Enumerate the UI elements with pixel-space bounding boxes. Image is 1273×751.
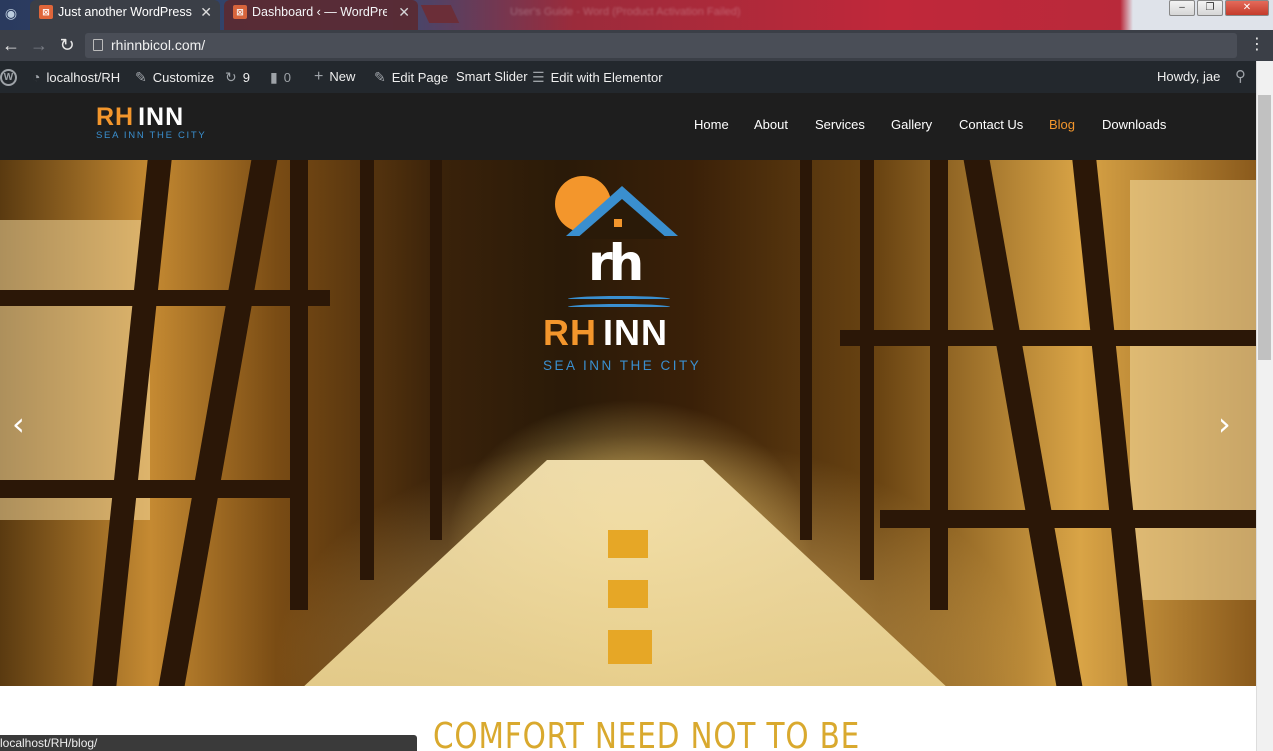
comment-icon: ▮ — [270, 69, 278, 85]
updates-icon: ↻ — [225, 69, 237, 85]
slider-prev-arrow-icon[interactable]: ‹ — [12, 408, 25, 440]
bunk-post — [290, 160, 308, 610]
restore-button[interactable]: ❐ — [1197, 0, 1223, 16]
bunk-rail — [0, 480, 300, 498]
xampp-favicon-icon: ⊠ — [233, 5, 247, 19]
bunk-rail — [840, 330, 1256, 346]
browser-toolbar: ← → ↻ rhinnbicol.com/ ⋮ — [0, 30, 1273, 61]
xampp-favicon-icon: ⊠ — [39, 5, 53, 19]
site-header: RH INN SEA INN THE CITY Home About Servic… — [0, 93, 1256, 160]
howdy-label: Howdy, jae — [1157, 69, 1221, 84]
admin-smart-slider-label: Smart Slider — [456, 69, 528, 84]
nav-downloads[interactable]: Downloads — [1102, 117, 1166, 132]
floor-marking — [608, 530, 648, 558]
forward-arrow-icon[interactable]: → — [28, 34, 50, 56]
nav-blog[interactable]: Blog — [1049, 117, 1075, 132]
dashboard-icon: ◔ — [32, 69, 41, 85]
nav-services[interactable]: Services — [815, 117, 865, 132]
nav-contact-us[interactable]: Contact Us — [959, 117, 1023, 132]
admin-updates-link[interactable]: ↻ 9 — [225, 61, 250, 93]
address-bar[interactable]: rhinnbicol.com/ — [85, 33, 1237, 58]
bunk-post — [930, 160, 948, 610]
admin-new-link[interactable]: + New — [314, 61, 355, 93]
bunk-post — [860, 160, 874, 580]
window-controls: – ❐ ✕ — [1169, 0, 1269, 18]
tab-dashboard[interactable]: ⊠ Dashboard ‹ — WordPres ✕ — [224, 0, 418, 30]
browser-menu-icon[interactable]: ⋮ — [1249, 34, 1265, 56]
admin-account-link[interactable]: Howdy, jae — [1157, 61, 1220, 93]
admin-customize-label: Customize — [152, 70, 215, 85]
bunk-post — [430, 160, 442, 540]
admin-elementor-link[interactable]: ☰ Edit with Elementor — [532, 61, 663, 93]
admin-smart-slider-link[interactable]: Smart Slider — [456, 61, 528, 93]
admin-search-icon[interactable]: ⚲ — [1235, 61, 1246, 93]
floor-marking — [608, 630, 652, 664]
nav-home[interactable]: Home — [694, 117, 729, 132]
wave-icon — [568, 296, 670, 302]
admin-site-link[interactable]: ◔ localhost/RH — [32, 61, 120, 93]
reload-icon[interactable]: ↻ — [56, 34, 78, 56]
wave-icon — [568, 304, 670, 310]
admin-customize-link[interactable]: ✎ Customize — [135, 61, 214, 93]
new-tab-button[interactable] — [420, 5, 460, 23]
back-arrow-icon[interactable]: ← — [0, 34, 22, 56]
bunk-wall-right — [1130, 180, 1256, 600]
plus-icon: + — [314, 68, 324, 85]
window-icon — [613, 218, 623, 228]
elementor-icon: ☰ — [532, 69, 545, 85]
logo-tagline: SEA INN THE CITY — [96, 130, 207, 141]
hero-brand-inn: INN — [603, 312, 668, 353]
close-tab-icon[interactable]: ✕ — [200, 0, 212, 24]
admin-new-label: New — [329, 69, 356, 84]
close-tab-icon[interactable]: ✕ — [398, 0, 410, 24]
bunk-rail — [880, 510, 1256, 528]
tab-active[interactable]: ⊠ Just another WordPress s ✕ — [30, 0, 220, 30]
page-info-icon[interactable] — [93, 39, 103, 51]
comments-count: 0 — [283, 70, 291, 85]
hero-brand: RH INN — [543, 312, 668, 354]
rh-monogram-icon: rh — [588, 234, 644, 292]
hero-brand-rh: RH — [543, 312, 597, 353]
admin-comments-link[interactable]: ▮ 0 — [270, 61, 291, 93]
background-window-title: User's Guide - Word (Product Activation … — [510, 6, 741, 18]
hero-slider: rh RH INN SEA INN THE CITY ‹ › — [0, 160, 1256, 686]
hero-tagline: SEA INN THE CITY — [543, 358, 702, 373]
section-heading: COMFORT NEED NOT TO BE — [433, 716, 861, 751]
site-logo[interactable]: RH INN SEA INN THE CITY — [96, 103, 206, 141]
admin-site-label: localhost/RH — [46, 70, 121, 85]
logo-inn-text: INN — [138, 103, 185, 131]
pencil-icon: ✎ — [374, 69, 386, 85]
tab-title: Dashboard ‹ — WordPres — [252, 5, 387, 19]
browser-tab-strip: ◉ ⊠ Just another WordPress s ✕ ⊠ Dashboa… — [0, 0, 1273, 30]
logo-rh-text: RH — [96, 103, 135, 131]
bunk-post — [963, 160, 1083, 686]
floor-marking — [608, 580, 648, 608]
wordpress-logo-icon[interactable]: W — [0, 69, 17, 86]
minimize-button[interactable]: – — [1169, 0, 1195, 16]
nav-about[interactable]: About — [754, 117, 788, 132]
brush-icon: ✎ — [135, 69, 147, 85]
url-text: rhinnbicol.com/ — [111, 37, 206, 53]
admin-elementor-label: Edit with Elementor — [550, 70, 663, 85]
status-bubble: localhost/RH/blog/ — [0, 735, 417, 751]
status-url: localhost/RH/blog/ — [0, 736, 98, 750]
bunk-rail — [0, 290, 330, 306]
updates-count: 9 — [242, 70, 250, 85]
admin-edit-page-label: Edit Page — [391, 70, 449, 85]
slider-next-arrow-icon[interactable]: › — [1218, 408, 1231, 440]
nav-gallery[interactable]: Gallery — [891, 117, 932, 132]
profile-icon[interactable]: ◉ — [0, 2, 22, 24]
admin-edit-page-link[interactable]: ✎ Edit Page — [374, 61, 448, 93]
scrollbar-thumb[interactable] — [1258, 95, 1271, 360]
bunk-post — [800, 160, 812, 540]
bunk-post — [158, 160, 278, 686]
bunk-post — [360, 160, 374, 580]
tab-title: Just another WordPress s — [58, 5, 193, 19]
wp-admin-bar: W ◔ localhost/RH ✎ Customize ↻ 9 ▮ 0 + New ✎ E… — [0, 61, 1273, 93]
close-window-button[interactable]: ✕ — [1225, 0, 1269, 16]
